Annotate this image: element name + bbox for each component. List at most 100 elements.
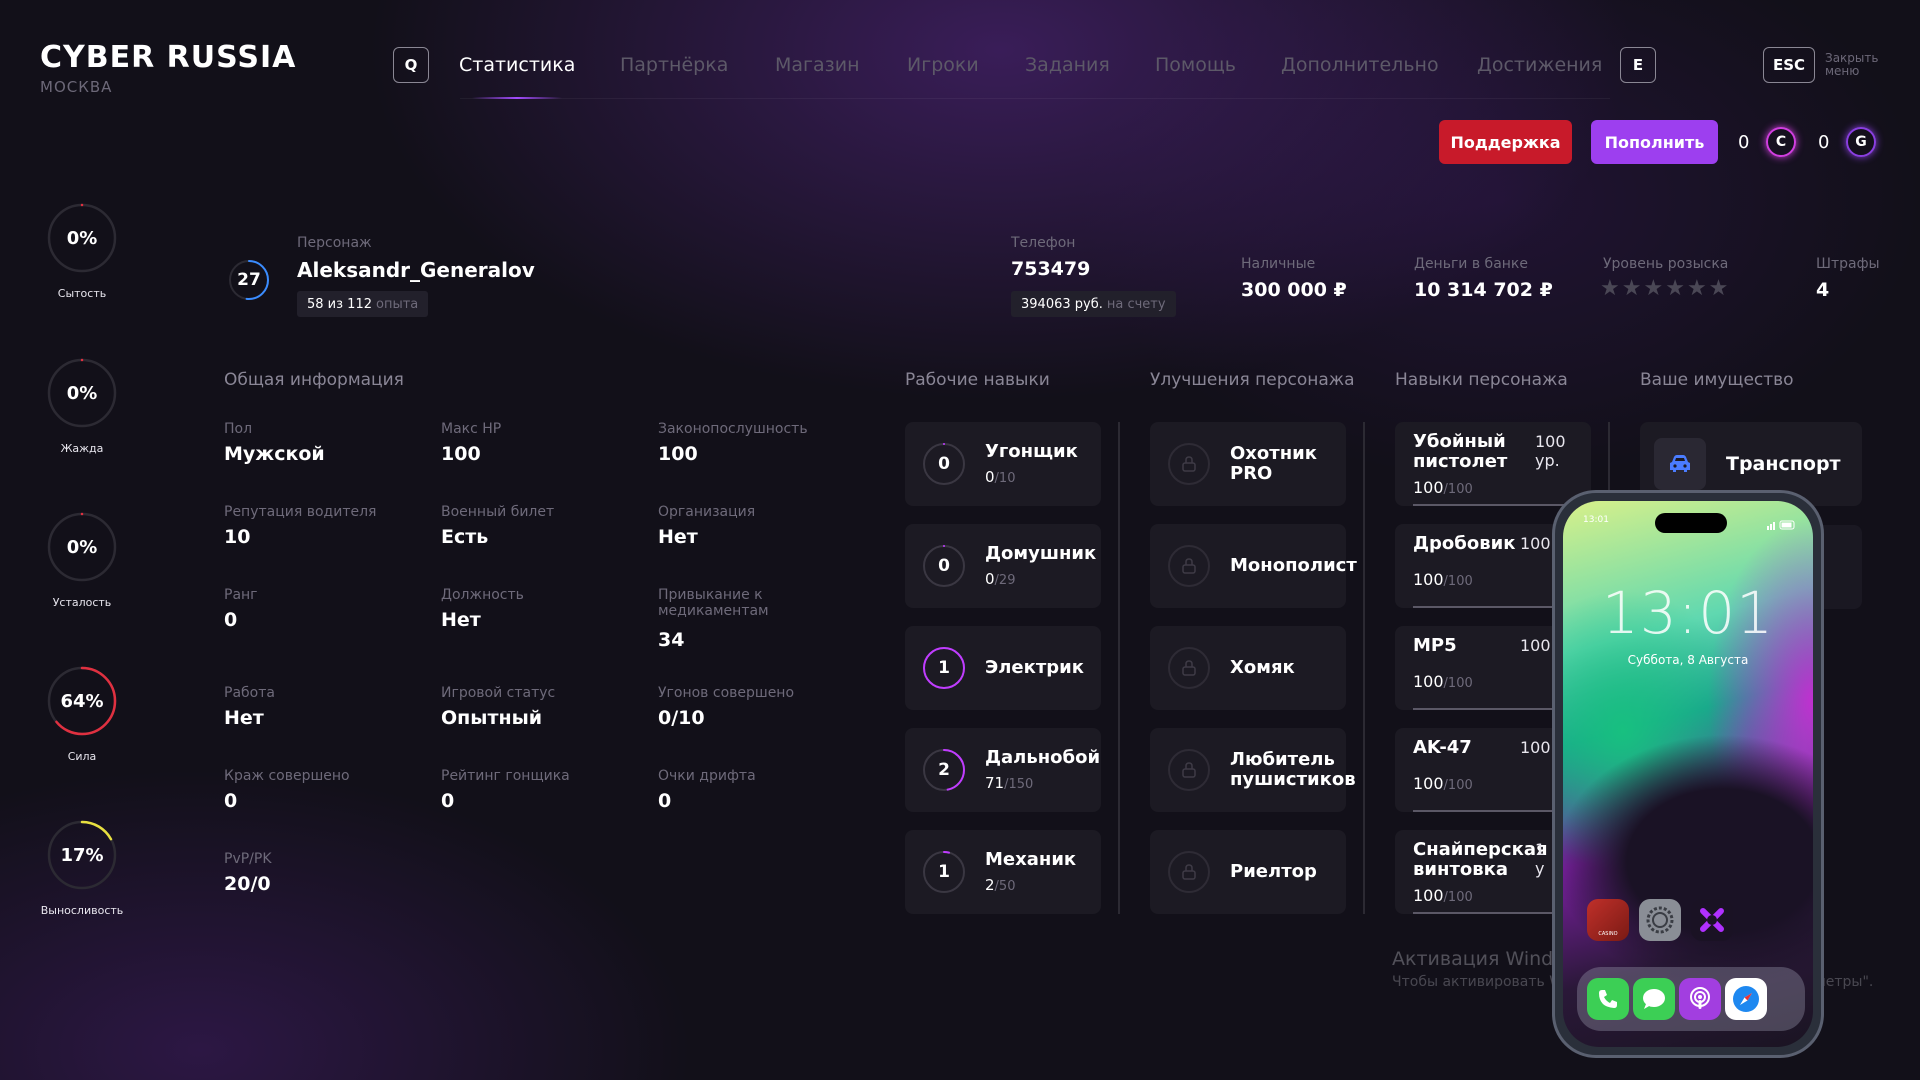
skill-level-ring: 0 bbox=[922, 442, 966, 486]
tab-players[interactable]: Игроки bbox=[907, 54, 979, 76]
weapon-skill-name: Снайперская винтовка bbox=[1413, 839, 1548, 880]
nav-prev-key[interactable]: Q bbox=[393, 47, 429, 83]
info-value: 100 bbox=[441, 443, 481, 465]
tab-shop[interactable]: Магазин bbox=[775, 54, 860, 76]
info-value: 10 bbox=[224, 526, 251, 548]
work-skill-card[interactable]: 0 Угонщик 0/10 bbox=[905, 422, 1101, 506]
skill-progress: 0/29 bbox=[985, 570, 1016, 588]
skill-level: 0 bbox=[938, 454, 950, 474]
work-skill-card[interactable]: 1 Электрик bbox=[905, 626, 1101, 710]
info-label: Угонов совершено bbox=[658, 685, 795, 701]
weapon-skill-level: 100 bbox=[1520, 534, 1551, 553]
upgrade-card[interactable]: Риелтор bbox=[1150, 830, 1346, 914]
esc-label: Закрыть меню bbox=[1825, 51, 1879, 78]
upgrade-card[interactable]: Любитель пушистиков bbox=[1150, 728, 1356, 812]
phone-app-icon[interactable] bbox=[1587, 978, 1629, 1020]
phone-date: Суббота, 8 Августа bbox=[1627, 653, 1749, 667]
work-skill-card[interactable]: 2 Дальнобой 71/150 bbox=[905, 728, 1101, 812]
info-label: Пол bbox=[224, 421, 253, 437]
tab-partner[interactable]: Партнёрка bbox=[620, 54, 728, 76]
need-label: Жажда bbox=[60, 442, 104, 455]
info-label: Привыкание к медикаментам bbox=[658, 587, 769, 619]
info-label: Репутация водителя bbox=[224, 504, 377, 520]
work-skill-card[interactable]: 1 Механик 2/50 bbox=[905, 830, 1101, 914]
character-label: Персонаж bbox=[297, 235, 372, 251]
property-title: Ваше имущество bbox=[1640, 370, 1794, 390]
signal-battery-icon bbox=[1767, 515, 1797, 530]
info-label: Очки дрифта bbox=[658, 768, 756, 784]
skill-level-ring: 1 bbox=[922, 646, 966, 690]
upgrade-name: Охотник PRO bbox=[1230, 443, 1317, 484]
need-gauge: 0% bbox=[46, 511, 118, 583]
tab-statistics[interactable]: Статистика bbox=[459, 54, 575, 76]
skill-level: 1 bbox=[938, 862, 950, 882]
upgrade-card[interactable]: Монополист bbox=[1150, 524, 1357, 608]
weapon-skill-value: 100/100 bbox=[1413, 774, 1473, 793]
skill-progress: 71/150 bbox=[985, 774, 1034, 792]
smartphone[interactable]: 13:01 13:01 Суббота, 8 Августа CASINO bbox=[1552, 490, 1824, 1058]
info-value: Нет bbox=[224, 707, 264, 729]
currency-g-value: 0 bbox=[1818, 132, 1830, 153]
weapon-skill-level: 100 bbox=[1520, 738, 1551, 757]
character-level: 27 bbox=[237, 270, 261, 290]
need-gauge: 64% bbox=[46, 665, 118, 737]
general-info-title: Общая информация bbox=[224, 370, 404, 390]
need-value: 0% bbox=[66, 382, 98, 404]
info-label: Должность bbox=[441, 587, 524, 603]
upgrade-card[interactable]: Хомяк bbox=[1150, 626, 1346, 710]
cash-label: Наличные bbox=[1241, 256, 1316, 272]
phone-status-time: 13:01 bbox=[1583, 515, 1609, 525]
game-app-icon[interactable] bbox=[1691, 899, 1733, 941]
need-value: 17% bbox=[60, 844, 104, 866]
info-label: Игровой статус bbox=[441, 685, 556, 701]
wanted-star-icon: ★ bbox=[1708, 276, 1729, 301]
podcasts-app-icon[interactable] bbox=[1679, 978, 1721, 1020]
skill-progress: 2/50 bbox=[985, 876, 1016, 894]
skill-level-ring: 2 bbox=[922, 748, 966, 792]
tab-achievements[interactable]: Достижения bbox=[1477, 54, 1602, 76]
bank-label: Деньги в банке bbox=[1414, 256, 1528, 272]
currency-c-value: 0 bbox=[1738, 132, 1750, 153]
tab-additional[interactable]: Дополнительно bbox=[1281, 54, 1439, 76]
info-label: Краж совершено bbox=[224, 768, 350, 784]
settings-app-icon[interactable] bbox=[1639, 899, 1681, 941]
lock-icon bbox=[1168, 851, 1210, 893]
skill-level-ring: 1 bbox=[922, 850, 966, 894]
safari-app-icon[interactable] bbox=[1725, 978, 1767, 1020]
lock-icon bbox=[1168, 443, 1210, 485]
info-value: 0 bbox=[224, 609, 238, 631]
work-skill-card[interactable]: 0 Домушник 0/29 bbox=[905, 524, 1101, 608]
upgrade-card[interactable]: Охотник PRO bbox=[1150, 422, 1346, 506]
casino-app-icon[interactable]: CASINO bbox=[1587, 899, 1629, 941]
info-label: PvP/PK bbox=[224, 851, 272, 867]
tab-tasks[interactable]: Задания bbox=[1025, 54, 1110, 76]
phone-balance-pill: 394063 руб. на счету bbox=[1011, 291, 1176, 317]
topup-button[interactable]: Пополнить bbox=[1591, 120, 1718, 164]
info-value: Нет bbox=[441, 609, 481, 631]
info-value: Нет bbox=[658, 526, 698, 548]
need-label: Сила bbox=[67, 750, 97, 763]
wanted-star-icon: ★ bbox=[1621, 276, 1642, 301]
info-label: Организация bbox=[658, 504, 756, 520]
coin-g-icon: G bbox=[1846, 127, 1876, 157]
need-label: Усталость bbox=[52, 596, 112, 609]
skill-level: 0 bbox=[938, 556, 950, 576]
info-value: 34 bbox=[658, 629, 685, 651]
active-tab-indicator bbox=[472, 97, 562, 99]
skill-progress: 0/10 bbox=[985, 468, 1016, 486]
esc-key[interactable]: ESC bbox=[1763, 47, 1815, 83]
upgrade-name: Любитель пушистиков bbox=[1230, 749, 1356, 790]
skill-name: Домушник bbox=[985, 543, 1097, 564]
info-value: 0 bbox=[224, 790, 238, 812]
weapon-skill-value: 100/100 bbox=[1413, 570, 1473, 589]
weapon-skill-value: 100/100 bbox=[1413, 886, 1473, 905]
info-value: 100 bbox=[658, 443, 698, 465]
support-button[interactable]: Поддержка bbox=[1439, 120, 1572, 164]
nav-next-key[interactable]: E bbox=[1620, 47, 1656, 83]
wanted-star-icon: ★ bbox=[1686, 276, 1707, 301]
weapon-skill-card[interactable]: Убойный пистолет 100 ур. 100/100 bbox=[1395, 422, 1591, 506]
phone-clock: 13:01 bbox=[1601, 579, 1775, 647]
messages-app-icon[interactable] bbox=[1633, 978, 1675, 1020]
tab-help[interactable]: Помощь bbox=[1155, 54, 1236, 76]
info-value: 20/0 bbox=[224, 873, 271, 895]
